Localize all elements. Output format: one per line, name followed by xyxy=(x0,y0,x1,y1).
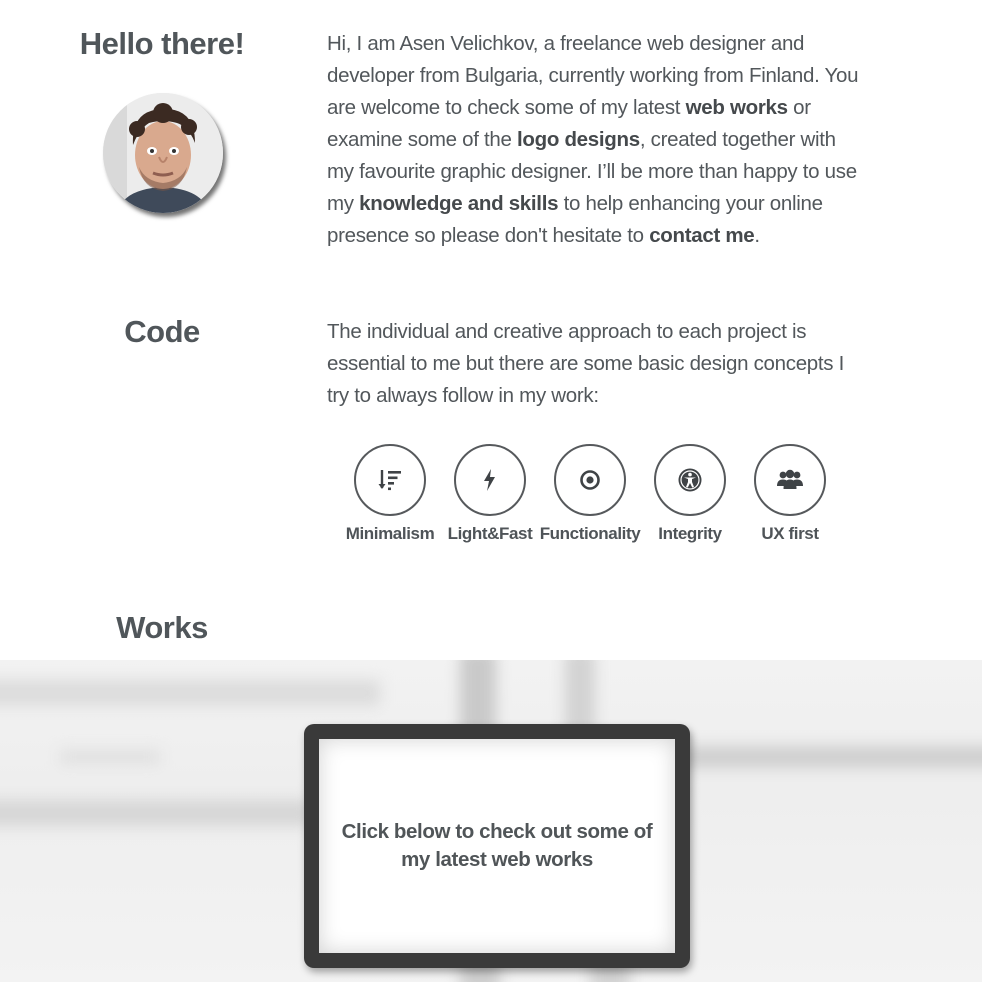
works-display-screen[interactable]: Click below to check out some of my late… xyxy=(319,739,675,953)
users-icon xyxy=(754,444,826,516)
concept-label: Minimalism xyxy=(345,524,435,543)
web-works-link[interactable]: web works xyxy=(686,96,788,119)
concept-light-fast: Light&Fast xyxy=(435,444,545,544)
contact-link[interactable]: contact me xyxy=(649,224,755,247)
concept-integrity: Integrity xyxy=(635,444,745,544)
concept-label: UX first xyxy=(761,524,819,543)
sort-down-icon xyxy=(354,444,426,516)
concept-label: Integrity xyxy=(658,524,722,543)
works-heading: Works xyxy=(116,610,208,645)
concept-minimalism: Minimalism xyxy=(335,444,445,544)
blurred-background xyxy=(0,800,310,826)
blurred-background xyxy=(60,750,160,764)
intro-text: Hi, I am Asen Velichkov, a freelance web… xyxy=(327,32,859,247)
concept-ux-first: UX first xyxy=(735,444,845,544)
works-showcase: Click below to check out some of my late… xyxy=(0,660,982,982)
universal-access-icon xyxy=(654,444,726,516)
hello-heading: Hello there! xyxy=(79,26,245,61)
blurred-background xyxy=(660,746,982,768)
works-prompt-text: Click below to check out some of my late… xyxy=(341,820,653,871)
approach-text: The individual and creative approach to … xyxy=(327,320,845,407)
code-heading: Code xyxy=(124,314,200,349)
logo-designs-link[interactable]: logo designs xyxy=(517,128,640,151)
avatar xyxy=(103,93,223,213)
blurred-background xyxy=(0,680,380,706)
design-concepts: Minimalism Light&Fast Functionality Inte… xyxy=(340,444,840,554)
concept-label: Functionality xyxy=(539,524,641,543)
concept-label: Light&Fast xyxy=(447,524,533,543)
knowledge-skills-link[interactable]: knowledge and skills xyxy=(359,192,558,215)
works-display-frame[interactable]: Click below to check out some of my late… xyxy=(304,724,690,968)
concept-functionality: Functionality xyxy=(535,444,645,544)
bolt-icon xyxy=(454,444,526,516)
dot-circle-icon xyxy=(554,444,626,516)
